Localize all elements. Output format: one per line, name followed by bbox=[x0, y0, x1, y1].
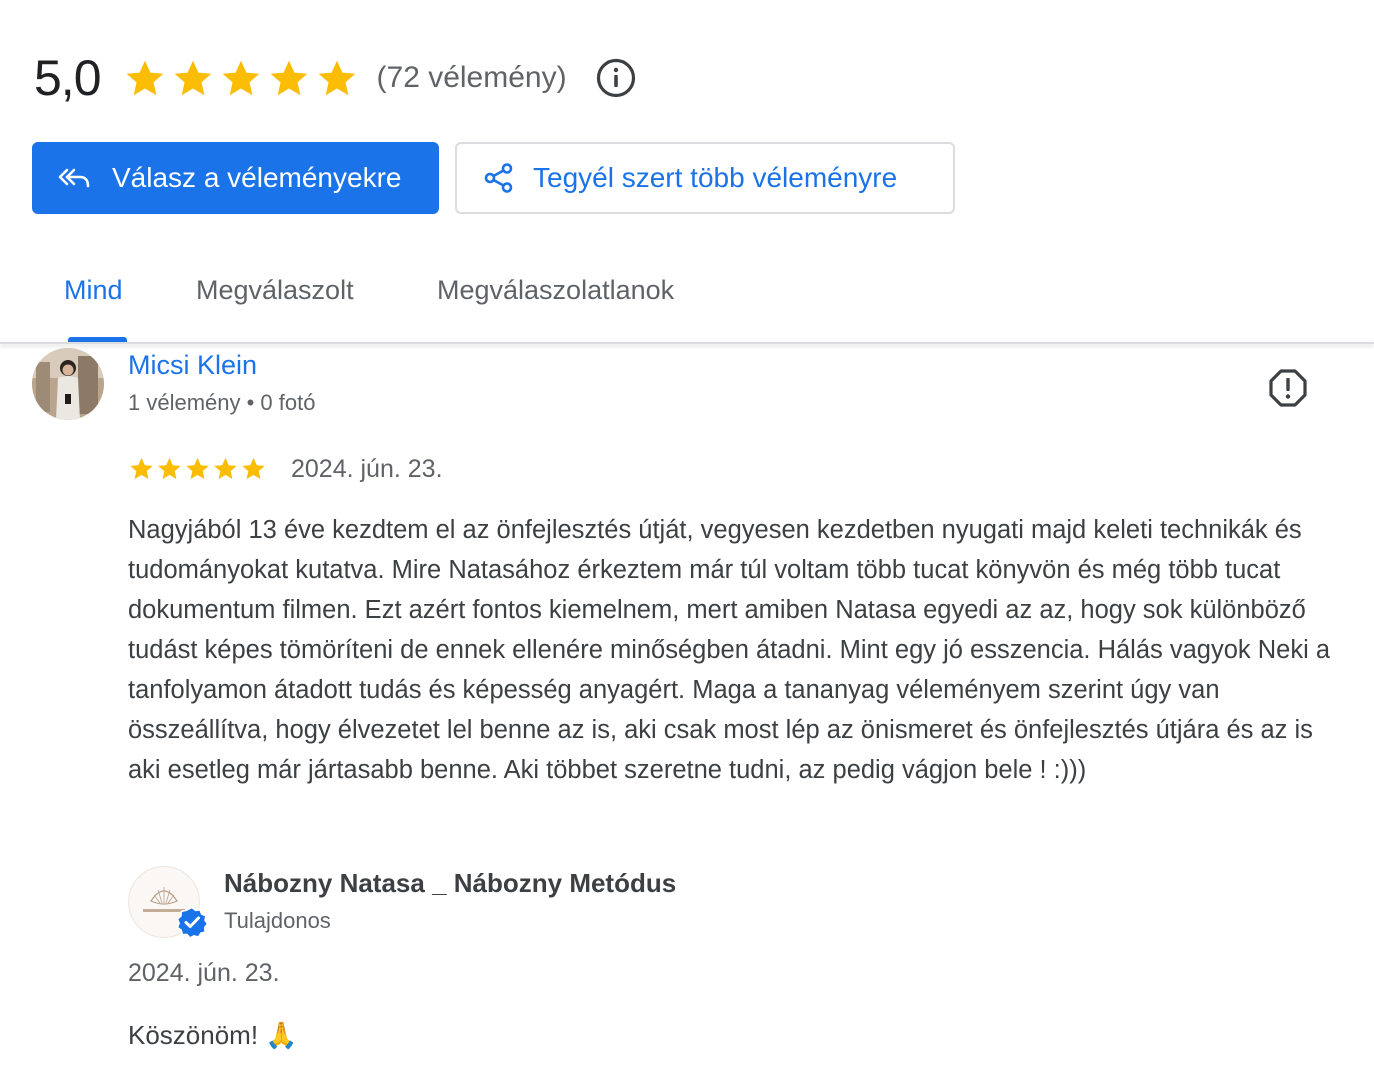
rating-stars bbox=[123, 56, 359, 100]
tab-answered[interactable]: Megválaszolt bbox=[196, 275, 354, 306]
star-icon bbox=[126, 60, 163, 96]
average-rating: 5,0 bbox=[34, 50, 102, 106]
reviewer-name[interactable]: Micsi Klein bbox=[128, 350, 257, 381]
reviewer-avatar[interactable] bbox=[32, 348, 104, 420]
share-icon bbox=[481, 160, 517, 196]
star-icon bbox=[222, 60, 259, 96]
report-icon[interactable] bbox=[1268, 368, 1308, 408]
info-icon[interactable] bbox=[595, 57, 637, 99]
tab-all[interactable]: Mind bbox=[64, 275, 123, 306]
star-icon bbox=[270, 60, 307, 96]
get-more-reviews-button[interactable]: Tegyél szert több véleményre bbox=[455, 142, 955, 214]
reply-all-icon bbox=[56, 160, 92, 196]
star-icon bbox=[242, 457, 265, 480]
review-date: 2024. jún. 23. bbox=[291, 455, 443, 483]
verified-badge-icon bbox=[176, 906, 209, 939]
owner-reply-text: Köszönöm! 🙏 bbox=[128, 1020, 298, 1050]
star-icon bbox=[214, 457, 237, 480]
rating-summary: 5,0 (72 vélemény) bbox=[34, 48, 637, 108]
review-stars bbox=[128, 455, 267, 482]
owner-role: Tulajdonos bbox=[224, 908, 331, 933]
star-icon bbox=[158, 457, 181, 480]
star-icon bbox=[318, 60, 355, 96]
reply-button-label: Válasz a véleményekre bbox=[112, 162, 402, 193]
star-icon bbox=[130, 457, 153, 480]
share-button-label: Tegyél szert több véleményre bbox=[533, 162, 898, 193]
owner-reply-date: 2024. jún. 23. bbox=[128, 959, 280, 987]
tab-unanswered[interactable]: Megválaszolatlanok bbox=[437, 275, 674, 306]
reply-to-reviews-button[interactable]: Válasz a véleményekre bbox=[32, 142, 439, 214]
star-icon bbox=[174, 60, 211, 96]
owner-name: Nábozny Natasa _ Nábozny Metódus bbox=[224, 868, 677, 898]
star-icon bbox=[186, 457, 209, 480]
review-text: Nagyjából 13 éve kezdtem el az önfejlesz… bbox=[128, 516, 1331, 784]
review-filter-tabs: Mind Megválaszolt Megválaszolatlanok bbox=[0, 255, 1374, 345]
review-count: (72 vélemény) bbox=[376, 61, 567, 94]
reviewer-meta: 1 vélemény • 0 fotó bbox=[128, 390, 316, 415]
tabs-divider bbox=[0, 342, 1374, 344]
